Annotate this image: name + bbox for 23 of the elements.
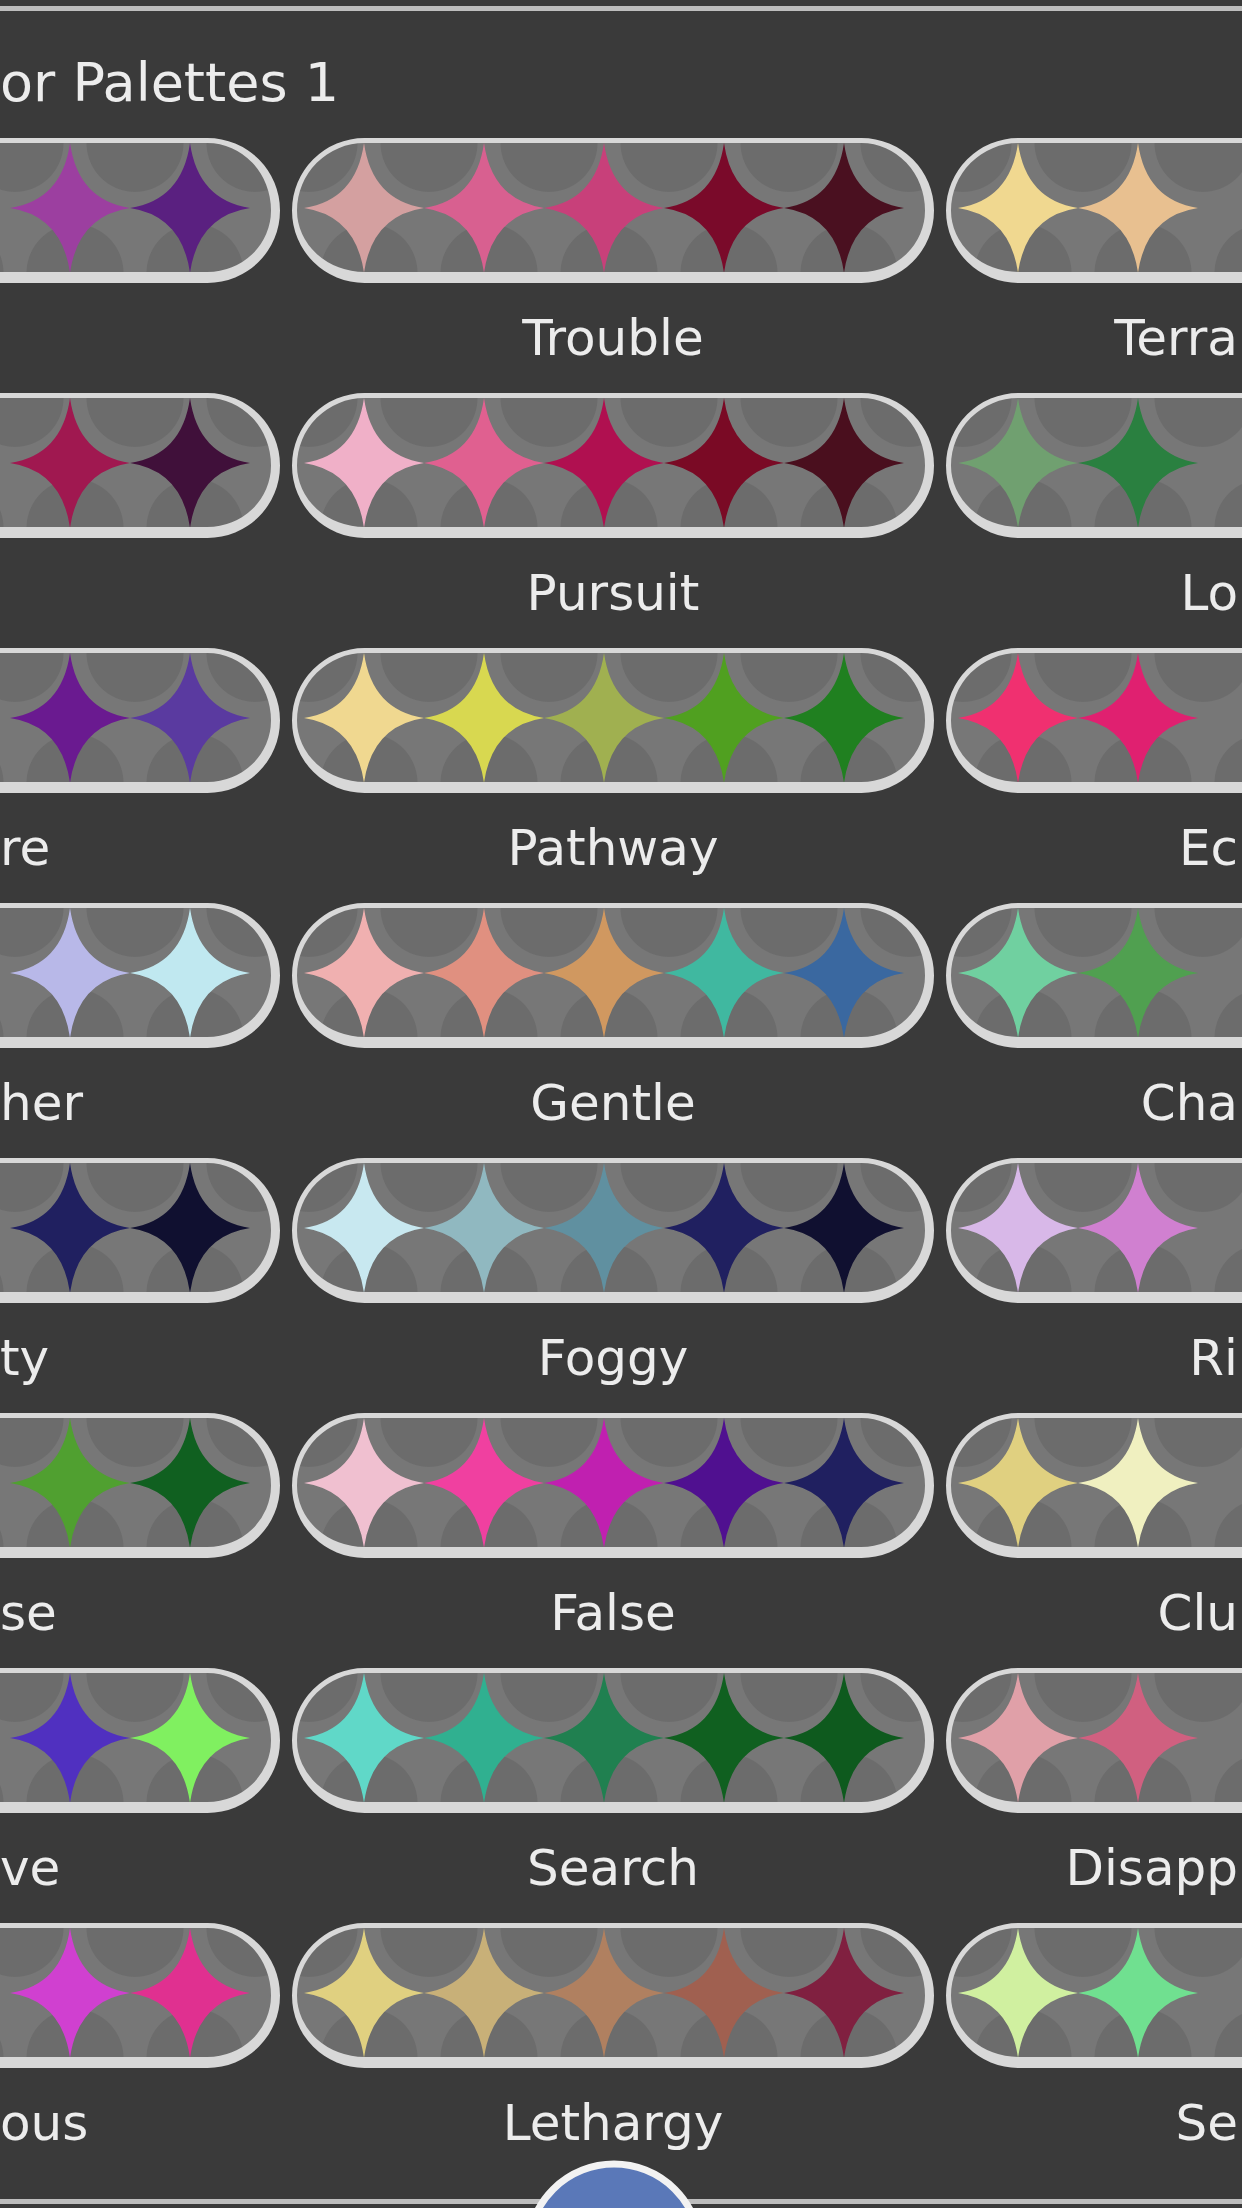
palette-name: Ri	[1189, 1328, 1238, 1388]
palette-name: Cha	[1140, 1073, 1238, 1133]
palette-name: Terra	[1114, 308, 1238, 368]
palette-name: Clu	[1157, 1583, 1238, 1643]
palette-name: Foggy	[537, 1328, 689, 1388]
palette-name: re	[0, 818, 51, 878]
section-title: or Palettes 1	[0, 50, 340, 116]
palette-name: False	[550, 1583, 676, 1643]
palette-name: Se	[1175, 2093, 1238, 2153]
palette-name: Search	[527, 1838, 699, 1898]
palette-name: Lethargy	[502, 2093, 724, 2153]
palette-name: Trouble	[522, 308, 704, 368]
palette-name: ty	[0, 1328, 50, 1388]
palette-name: Pathway	[507, 818, 719, 878]
palette-name: Gentle	[530, 1073, 696, 1133]
palette-name: her	[0, 1073, 83, 1133]
palette-name: ous	[0, 2093, 89, 2153]
palette-name: Disapp	[1065, 1838, 1238, 1898]
palette-name: ve	[0, 1838, 61, 1898]
palette-name: Lo	[1180, 563, 1238, 623]
palette-name: Ec	[1178, 818, 1238, 878]
palette-name: se	[0, 1583, 57, 1643]
palette-name: Pursuit	[526, 563, 700, 623]
